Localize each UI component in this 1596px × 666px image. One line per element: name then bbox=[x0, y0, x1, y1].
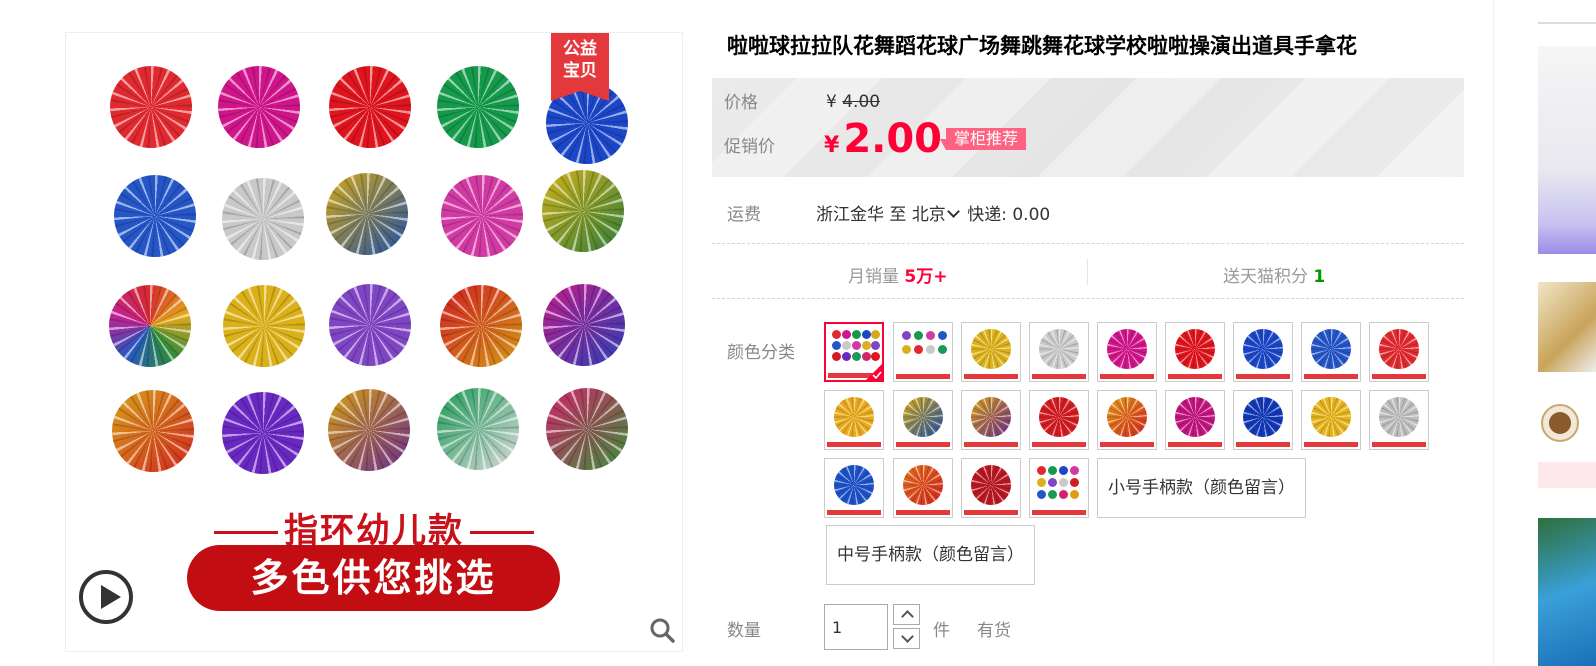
chevron-down-icon[interactable] bbox=[893, 628, 920, 649]
shipping-from: 浙江金华 bbox=[816, 205, 884, 225]
sku-swatch-blue-gold[interactable] bbox=[893, 390, 953, 450]
recommend-header-line bbox=[1538, 22, 1596, 24]
stats-separator bbox=[1087, 259, 1088, 285]
pompom-14 bbox=[440, 285, 522, 367]
promo-price-yen: ¥ bbox=[824, 133, 840, 158]
charity-badge-line-2: 宝贝 bbox=[563, 61, 597, 81]
sku-swatch-blue[interactable] bbox=[1233, 322, 1293, 382]
divider bbox=[712, 298, 1464, 299]
tmall-points-label: 送天猫积分 bbox=[1223, 267, 1308, 287]
sku-swatch-orange[interactable] bbox=[1097, 390, 1157, 450]
price-label: 价格 bbox=[724, 93, 758, 113]
sku-swatch-assorted[interactable] bbox=[893, 322, 953, 382]
sku-swatch-gold-2[interactable] bbox=[1301, 390, 1361, 450]
recommend-thumb-1[interactable] bbox=[1538, 46, 1596, 254]
badge-icon bbox=[1541, 404, 1579, 442]
monthly-sales-label: 月销量 bbox=[848, 267, 899, 287]
sku-swatch-red-2[interactable] bbox=[1029, 390, 1089, 450]
promo-price-label: 促销价 bbox=[724, 137, 775, 157]
recommend-strip bbox=[1538, 462, 1596, 488]
pompom-17 bbox=[222, 392, 304, 474]
price-panel: 价格 ¥ 4.00 促销价 ¥2.00 掌柜推荐 bbox=[712, 78, 1464, 177]
sku-option-small-handle[interactable]: 小号手柄款（颜色留言） bbox=[1097, 458, 1306, 518]
sku-swatch-magenta[interactable] bbox=[1165, 390, 1225, 450]
original-price-value: 4.00 bbox=[842, 92, 881, 112]
divider bbox=[712, 243, 1464, 244]
promo-price: ¥2.00 bbox=[824, 116, 942, 162]
charity-badge-line-1: 公益 bbox=[563, 39, 597, 59]
pompom-3 bbox=[329, 66, 411, 148]
sku-swatch-mixed-2[interactable] bbox=[1029, 458, 1089, 518]
sku-swatch-dark-red[interactable] bbox=[961, 458, 1021, 518]
pompom-19 bbox=[437, 388, 519, 470]
shipping-info: 浙江金华 至 北京 快递: 0.00 bbox=[816, 200, 1050, 225]
quantity-unit: 件 bbox=[933, 621, 950, 641]
recommend-thumb-2[interactable] bbox=[1538, 282, 1596, 372]
pompom-13 bbox=[329, 284, 411, 366]
banner-pill: 多色供您挑选 bbox=[187, 545, 560, 611]
quantity-label: 数量 bbox=[727, 621, 761, 641]
check-icon bbox=[866, 364, 882, 380]
sku-swatch-purple-gold[interactable] bbox=[961, 390, 1021, 450]
pompom-1 bbox=[110, 66, 192, 148]
shipping-city[interactable]: 北京 bbox=[912, 205, 946, 225]
tmall-points: 送天猫积分 1 bbox=[1223, 262, 1325, 287]
column-divider bbox=[1493, 0, 1494, 666]
monthly-sales: 月销量 5万+ bbox=[848, 262, 947, 287]
pompom-8 bbox=[326, 173, 408, 255]
zoom-icon[interactable] bbox=[649, 617, 675, 643]
recommend-thumb-3[interactable] bbox=[1538, 518, 1596, 666]
shipping-label: 运费 bbox=[727, 205, 761, 225]
stock-status: 有货 bbox=[977, 621, 1011, 641]
original-price: ¥ 4.00 bbox=[826, 92, 880, 112]
promo-price-value: 2.00 bbox=[843, 116, 943, 162]
sku-swatch-blue-white[interactable] bbox=[824, 458, 884, 518]
sku-option-medium-handle[interactable]: 中号手柄款（颜色留言） bbox=[826, 525, 1035, 585]
sku-swatch-gold[interactable] bbox=[961, 322, 1021, 382]
shipping-fee: 0.00 bbox=[1012, 205, 1051, 225]
shipping-to-word: 至 bbox=[889, 205, 907, 225]
chevron-up-icon[interactable] bbox=[893, 604, 920, 625]
monthly-sales-value: 5万+ bbox=[904, 267, 948, 287]
sku-swatch-silver[interactable] bbox=[1029, 322, 1089, 382]
pompom-11 bbox=[109, 285, 191, 367]
sku-swatch-silver-2[interactable] bbox=[1369, 390, 1429, 450]
pompom-18 bbox=[328, 389, 410, 471]
charity-badge: 公益 宝贝 bbox=[551, 33, 609, 101]
recommend-tag: 掌柜推荐 bbox=[939, 128, 1027, 150]
quantity-input[interactable]: 1 bbox=[824, 604, 888, 650]
pompom-10 bbox=[542, 170, 624, 252]
sku-swatch-red-silver[interactable] bbox=[1369, 322, 1429, 382]
shipping-city-select[interactable]: 北京 bbox=[912, 205, 962, 225]
pompom-20 bbox=[546, 388, 628, 470]
sku-swatch-mixed[interactable] bbox=[824, 322, 884, 382]
sku-label: 颜色分类 bbox=[727, 343, 795, 363]
tmall-points-value: 1 bbox=[1313, 267, 1326, 287]
pompom-2 bbox=[218, 66, 300, 148]
pompom-7 bbox=[222, 178, 304, 260]
sku-swatch-rose[interactable] bbox=[1097, 322, 1157, 382]
sku-swatch-royal-blue[interactable] bbox=[1233, 390, 1293, 450]
pompom-15 bbox=[543, 284, 625, 366]
pompom-4 bbox=[437, 66, 519, 148]
sku-swatch-red-orange[interactable] bbox=[893, 458, 953, 518]
recommend-badge[interactable] bbox=[1538, 395, 1596, 455]
shipping-method: 快递: bbox=[967, 205, 1007, 225]
main-product-image[interactable]: 公益 宝贝 指环幼儿款 多色供您挑选 bbox=[65, 32, 683, 652]
original-price-yen: ¥ bbox=[826, 92, 837, 112]
chevron-down-icon[interactable] bbox=[946, 205, 960, 218]
pompom-12 bbox=[223, 285, 305, 367]
pompom-6 bbox=[114, 175, 196, 257]
sku-swatch-red[interactable] bbox=[1165, 322, 1225, 382]
product-title: 啦啦球拉拉队花舞蹈花球广场舞跳舞花球学校啦啦操演出道具手拿花 bbox=[727, 34, 1357, 58]
sku-swatch-blue-silver[interactable] bbox=[1301, 322, 1361, 382]
play-icon[interactable] bbox=[79, 570, 133, 624]
pompom-9 bbox=[441, 175, 523, 257]
sku-swatch-yellow[interactable] bbox=[824, 390, 884, 450]
pompom-16 bbox=[112, 390, 194, 472]
